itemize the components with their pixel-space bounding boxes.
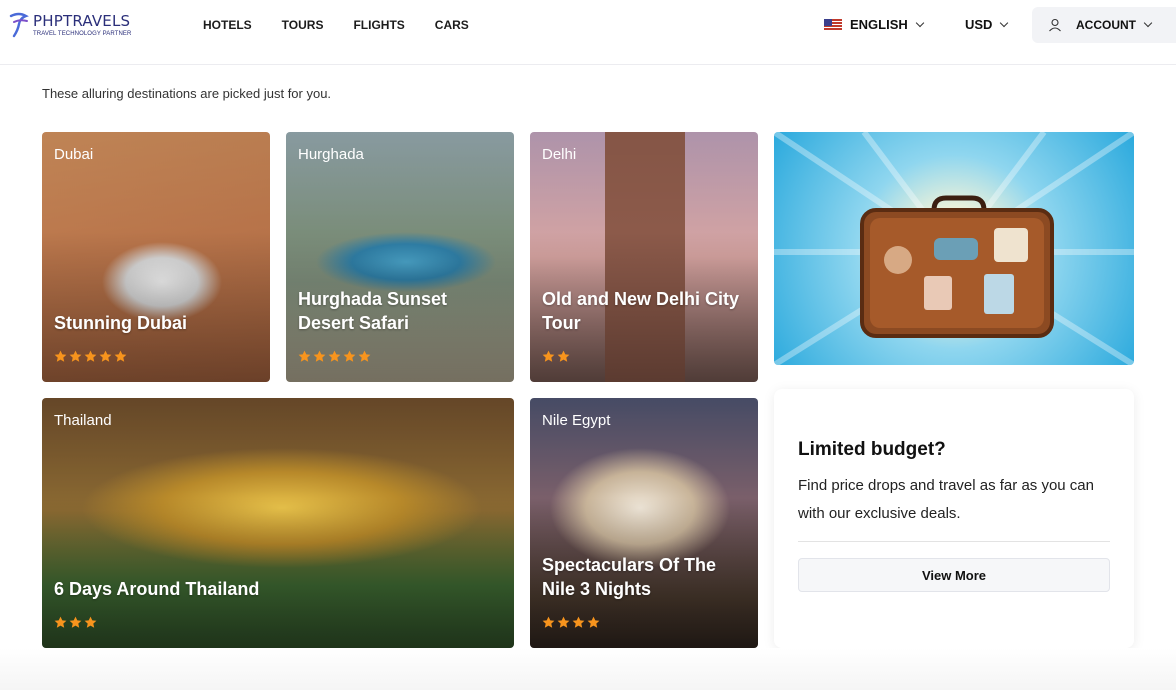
section-subtitle: These alluring destinations are picked j… xyxy=(42,86,332,101)
us-flag-icon xyxy=(824,18,842,31)
star-icon xyxy=(542,350,555,362)
card-location: Dubai xyxy=(54,146,94,163)
star-rating xyxy=(542,350,572,363)
star-icon xyxy=(69,350,82,362)
star-icon xyxy=(313,350,326,362)
star-icon xyxy=(557,616,570,628)
page-bottom-fade xyxy=(0,648,1176,690)
brand-logo[interactable]: PHPTRAVELS TRAVEL TECHNOLOGY PARTNER xyxy=(8,12,131,38)
card-title: Stunning Dubai xyxy=(54,313,187,333)
budget-text: Find price drops and travel as far as yo… xyxy=(798,477,1094,522)
star-icon xyxy=(542,616,555,628)
chevron-down-icon xyxy=(1000,18,1009,27)
limited-budget-card: Limited budget? Find price drops and tra… xyxy=(774,389,1134,648)
star-icon xyxy=(69,616,82,628)
account-button[interactable]: ACCOUNT xyxy=(1032,7,1176,43)
star-icon xyxy=(328,350,341,362)
promo-suitcase-image xyxy=(774,132,1134,365)
star-icon xyxy=(54,616,67,628)
phptravels-logo-icon xyxy=(9,12,29,38)
star-icon xyxy=(99,350,112,362)
star-rating xyxy=(54,616,99,629)
language-selector[interactable]: ENGLISH xyxy=(824,17,925,32)
brand-name: PHPTRAVELS xyxy=(33,11,131,30)
chevron-down-icon xyxy=(915,18,925,27)
star-icon xyxy=(84,350,97,362)
destination-card-dubai[interactable]: Dubai Stunning Dubai xyxy=(42,132,270,382)
star-icon xyxy=(54,350,67,362)
nav-item-flights[interactable]: FLIGHTS xyxy=(353,18,404,32)
card-title: 6 Days Around Thailand xyxy=(54,579,260,599)
destination-card-hurghada[interactable]: Hurghada Hurghada Sunset Desert Safari xyxy=(286,132,514,382)
star-icon xyxy=(572,616,585,628)
card-title: Spectaculars Of The Nile 3 Nights xyxy=(542,555,717,599)
card-title: Old and New Delhi City Tour xyxy=(542,289,740,333)
star-icon xyxy=(557,350,570,362)
nav-item-tours[interactable]: TOURS xyxy=(282,18,324,32)
main-nav: HOTELS TOURS FLIGHTS CARS xyxy=(203,18,499,32)
star-icon xyxy=(343,350,356,362)
nav-item-cars[interactable]: CARS xyxy=(435,18,469,32)
language-label: ENGLISH xyxy=(850,17,908,32)
top-header: PHPTRAVELS TRAVEL TECHNOLOGY PARTNER HOT… xyxy=(0,0,1176,65)
star-rating xyxy=(542,616,602,629)
star-rating xyxy=(298,350,373,363)
star-icon xyxy=(298,350,311,362)
star-icon xyxy=(84,616,97,628)
currency-label: USD xyxy=(965,17,993,32)
card-location: Thailand xyxy=(54,412,112,429)
destination-card-nile-egypt[interactable]: Nile Egypt Spectaculars Of The Nile 3 Ni… xyxy=(530,398,758,648)
currency-selector[interactable]: USD xyxy=(965,17,1009,32)
card-location: Hurghada xyxy=(298,146,364,163)
star-icon xyxy=(358,350,371,362)
user-icon xyxy=(1049,18,1061,32)
chevron-down-icon xyxy=(1143,18,1153,28)
view-more-button[interactable]: View More xyxy=(798,558,1110,592)
brand-tagline: TRAVEL TECHNOLOGY PARTNER xyxy=(33,30,132,37)
card-location: Nile Egypt xyxy=(542,412,611,429)
star-icon xyxy=(114,350,127,362)
destination-card-delhi[interactable]: Delhi Old and New Delhi City Tour xyxy=(530,132,758,382)
card-title: Hurghada Sunset Desert Safari xyxy=(298,289,448,333)
account-label: ACCOUNT xyxy=(1076,18,1136,32)
destination-card-thailand[interactable]: Thailand 6 Days Around Thailand xyxy=(42,398,514,648)
star-rating xyxy=(54,350,129,363)
nav-item-hotels[interactable]: HOTELS xyxy=(203,18,252,32)
divider xyxy=(798,541,1110,542)
budget-heading: Limited budget? xyxy=(798,439,946,460)
card-location: Delhi xyxy=(542,146,577,163)
star-icon xyxy=(587,616,600,628)
